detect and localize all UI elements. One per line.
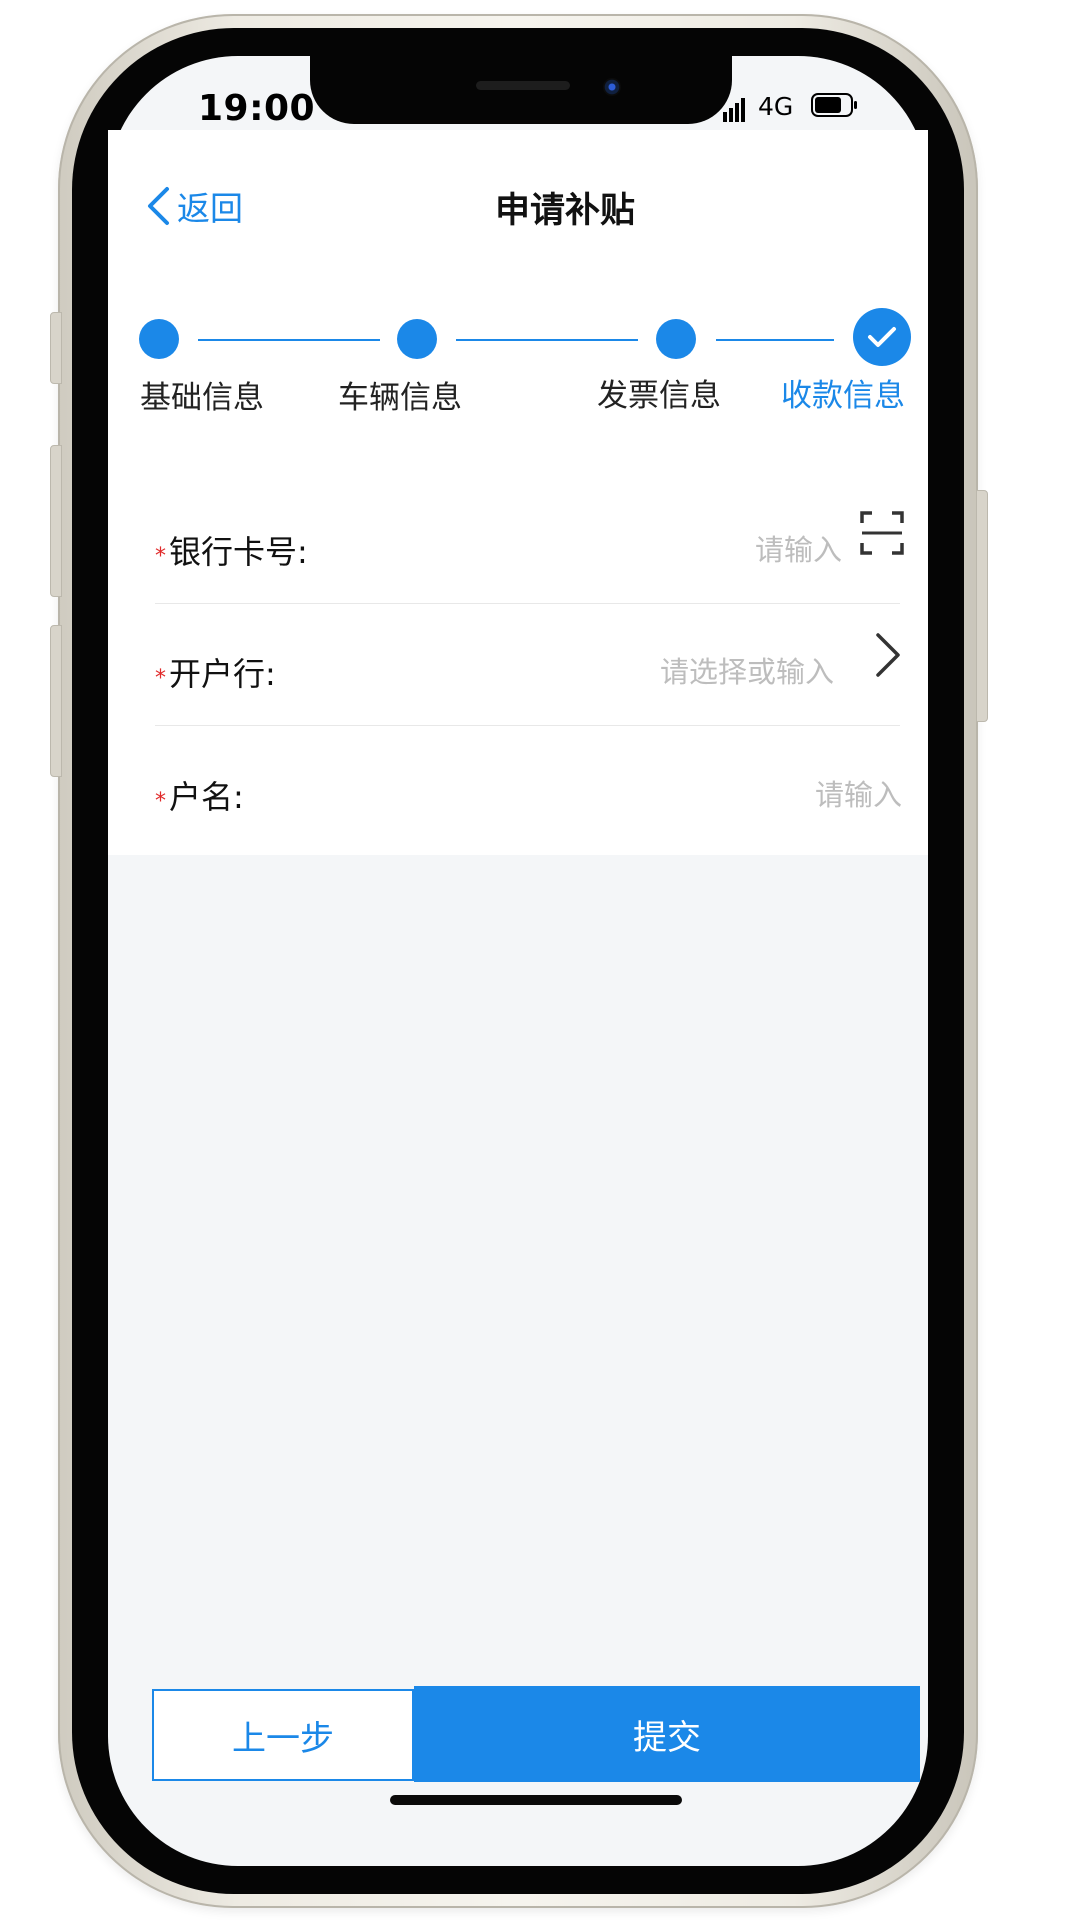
step-connector-1 — [198, 339, 380, 341]
required-mark: * — [155, 544, 166, 569]
check-icon — [868, 327, 896, 347]
mute-switch — [50, 312, 62, 384]
step-label-4: 收款信息 — [781, 378, 905, 414]
account-name-label: *户名: — [155, 772, 244, 818]
bank-card-input[interactable]: 请输入 — [560, 527, 842, 569]
submit-button[interactable]: 提交 — [414, 1686, 920, 1782]
account-name-label-text: 户名: — [169, 778, 244, 816]
step-label-1: 基础信息 — [140, 380, 264, 416]
bank-branch-label-text: 开户行: — [169, 655, 276, 693]
step-dot-1 — [139, 319, 179, 359]
form-panel — [108, 130, 928, 855]
volume-down-button — [50, 625, 62, 777]
volume-up-button — [50, 445, 62, 597]
network-type: 4G — [758, 92, 794, 121]
step-connector-3 — [716, 339, 834, 341]
account-name-input[interactable]: 请输入 — [620, 772, 902, 814]
power-button — [976, 490, 988, 722]
bank-card-label: *银行卡号: — [155, 527, 308, 573]
step-label-3: 发票信息 — [597, 378, 721, 414]
step-dot-2 — [397, 319, 437, 359]
notch — [310, 56, 732, 124]
required-mark: * — [155, 789, 166, 814]
step-current-check — [853, 308, 911, 366]
required-mark: * — [155, 666, 166, 691]
page-title: 申请补贴 — [494, 191, 635, 231]
status-time: 19:00 — [198, 88, 316, 129]
bank-card-label-text: 银行卡号: — [169, 533, 308, 571]
signal-icon — [723, 98, 745, 122]
speaker — [476, 81, 570, 90]
bank-branch-input[interactable]: 请选择或输入 — [560, 649, 834, 691]
chevron-right-icon[interactable] — [873, 632, 903, 678]
divider — [155, 725, 900, 726]
step-connector-2 — [456, 339, 638, 341]
battery-icon — [811, 93, 857, 117]
step-dot-3 — [656, 319, 696, 359]
prev-step-button[interactable]: 上一步 — [152, 1689, 414, 1781]
front-camera — [603, 78, 621, 96]
home-indicator — [390, 1795, 682, 1805]
bank-branch-label: *开户行: — [155, 649, 276, 695]
scan-icon[interactable] — [860, 511, 904, 555]
divider — [155, 603, 900, 604]
step-label-2: 车辆信息 — [338, 380, 462, 416]
